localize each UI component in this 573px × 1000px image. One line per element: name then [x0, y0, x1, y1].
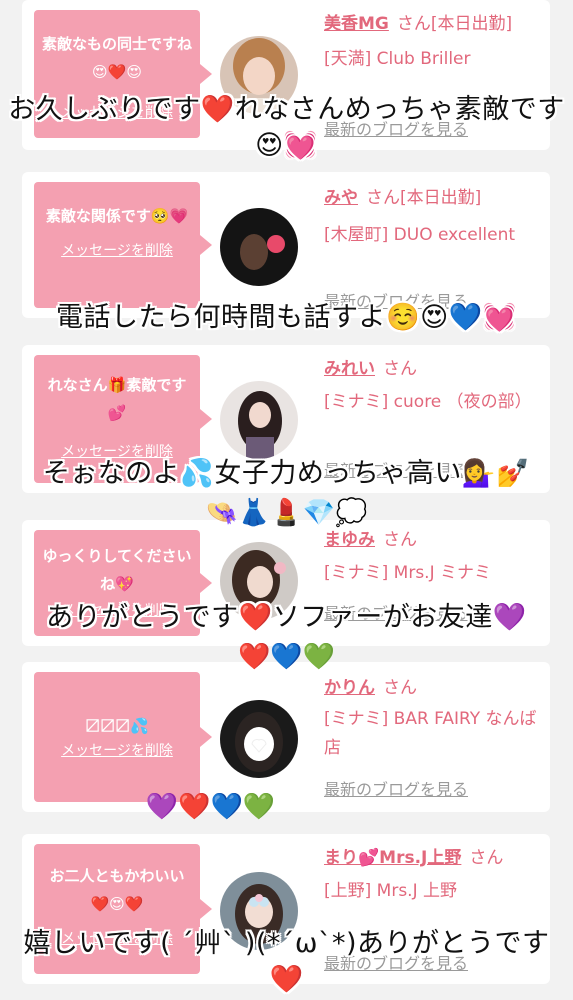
- message-bubble: ゆっくりしてくださいね💖 メッセージを削除: [34, 530, 212, 636]
- delete-message-link[interactable]: メッセージを削除: [61, 600, 173, 620]
- avatar[interactable]: [220, 542, 298, 620]
- cast-status: さん: [383, 530, 417, 550]
- message-text: れなさん🎁素敵です💕: [47, 376, 187, 422]
- message-card: ゆっくりしてくださいね💖 メッセージを削除 まゆみ さん [ミナミ] Mrs.J …: [22, 520, 550, 646]
- cast-status: さん: [383, 359, 417, 379]
- message-card: 素敵なもの同士ですね😍❤️😍 メッセージを削除 美香MG さん[本日出勤] [天満…: [22, 0, 550, 150]
- overlay-emoji-row: ❤️💙💚: [237, 642, 336, 672]
- cast-name-link[interactable]: かりん: [324, 678, 375, 698]
- cast-status: さん: [383, 678, 417, 698]
- message-bubble: お二人ともかわいい❤️😍❤️ メッセージを削除: [34, 844, 212, 974]
- overlay-emoji-row: 💜❤️💙💚: [145, 792, 276, 822]
- delete-message-link[interactable]: メッセージを削除: [61, 740, 173, 760]
- cast-info: 美香MG さん[本日出勤] [天満] Club Briller: [324, 10, 538, 74]
- avatar[interactable]: [220, 700, 298, 778]
- message-text: ゆっくりしてくださいね💖: [42, 547, 192, 593]
- message-bubble: 素敵な関係です🥺💗 メッセージを削除: [34, 182, 212, 308]
- cast-status: さん[本日出勤]: [396, 14, 513, 34]
- cast-status: さん[本日出勤]: [366, 188, 482, 208]
- avatar[interactable]: [220, 381, 298, 459]
- avatar[interactable]: [220, 208, 298, 286]
- latest-blog-link[interactable]: 最新のブログを見る: [324, 116, 468, 140]
- message-card: れなさん🎁素敵です💕 メッセージを削除 みれい さん [ミナミ] cuore （夜…: [22, 345, 550, 493]
- delete-message-link[interactable]: メッセージを削除: [61, 928, 173, 948]
- cast-name-link[interactable]: 美香MG: [324, 14, 389, 34]
- delete-message-link[interactable]: メッセージを削除: [61, 102, 173, 122]
- message-text: 素敵な関係です🥺💗: [45, 207, 189, 225]
- latest-blog-link[interactable]: 最新のブログを見る: [324, 600, 468, 624]
- delete-message-link[interactable]: メッセージを削除: [61, 441, 173, 461]
- cast-info: みれい さん [ミナミ] cuore （夜の部）: [324, 355, 538, 417]
- cast-info: かりん さん [ミナミ] BAR FAIRY なんば店: [324, 674, 538, 763]
- shop-name: [ミナミ] Mrs.J ミナミ: [324, 563, 492, 583]
- cast-name-link[interactable]: みや: [324, 188, 358, 208]
- message-bubble: れなさん🎁素敵です💕 メッセージを削除: [34, 355, 212, 483]
- shop-name: [ミナミ] cuore （夜の部）: [324, 392, 532, 412]
- avatar[interactable]: [220, 872, 298, 950]
- avatar[interactable]: [220, 36, 298, 114]
- message-card: 素敵な関係です🥺💗 メッセージを削除 みや さん[本日出勤] [木屋町] DUO …: [22, 172, 550, 318]
- shop-name: [上野] Mrs.J 上野: [324, 881, 458, 901]
- cast-name-link[interactable]: みれい: [324, 359, 375, 379]
- latest-blog-link[interactable]: 最新のブログを見る: [324, 457, 468, 481]
- latest-blog-link[interactable]: 最新のブログを見る: [324, 950, 468, 974]
- message-bubble: 素敵なもの同士ですね😍❤️😍 メッセージを削除: [34, 10, 212, 138]
- cast-name-link[interactable]: まり💕Mrs.J上野: [324, 848, 461, 868]
- message-text: お二人ともかわいい❤️😍❤️: [49, 867, 185, 913]
- overlay-emoji-row: 👒👗💄💎💭: [205, 498, 368, 528]
- shop-name: [木屋町] DUO excellent: [324, 225, 516, 245]
- cast-info: まゆみ さん [ミナミ] Mrs.J ミナミ: [324, 526, 538, 588]
- message-text: 〼〼〼💦: [85, 717, 149, 735]
- cast-info: まり💕Mrs.J上野 さん [上野] Mrs.J 上野: [324, 844, 538, 906]
- shop-name: [天満] Club Briller: [324, 49, 471, 69]
- message-bubble: 〼〼〼💦 メッセージを削除: [34, 672, 212, 802]
- message-text: 素敵なもの同士ですね😍❤️😍: [42, 35, 193, 81]
- message-card: お二人ともかわいい❤️😍❤️ メッセージを削除 まり💕Mrs.J上野 さん [上野…: [22, 834, 550, 984]
- shop-name: [ミナミ] BAR FAIRY なんば店: [324, 709, 537, 758]
- cast-status: さん: [469, 848, 504, 868]
- cast-name-link[interactable]: まゆみ: [324, 530, 375, 550]
- delete-message-link[interactable]: メッセージを削除: [61, 240, 173, 260]
- cast-info: みや さん[本日出勤] [木屋町] DUO excellent: [324, 184, 538, 250]
- latest-blog-link[interactable]: 最新のブログを見る: [324, 288, 468, 312]
